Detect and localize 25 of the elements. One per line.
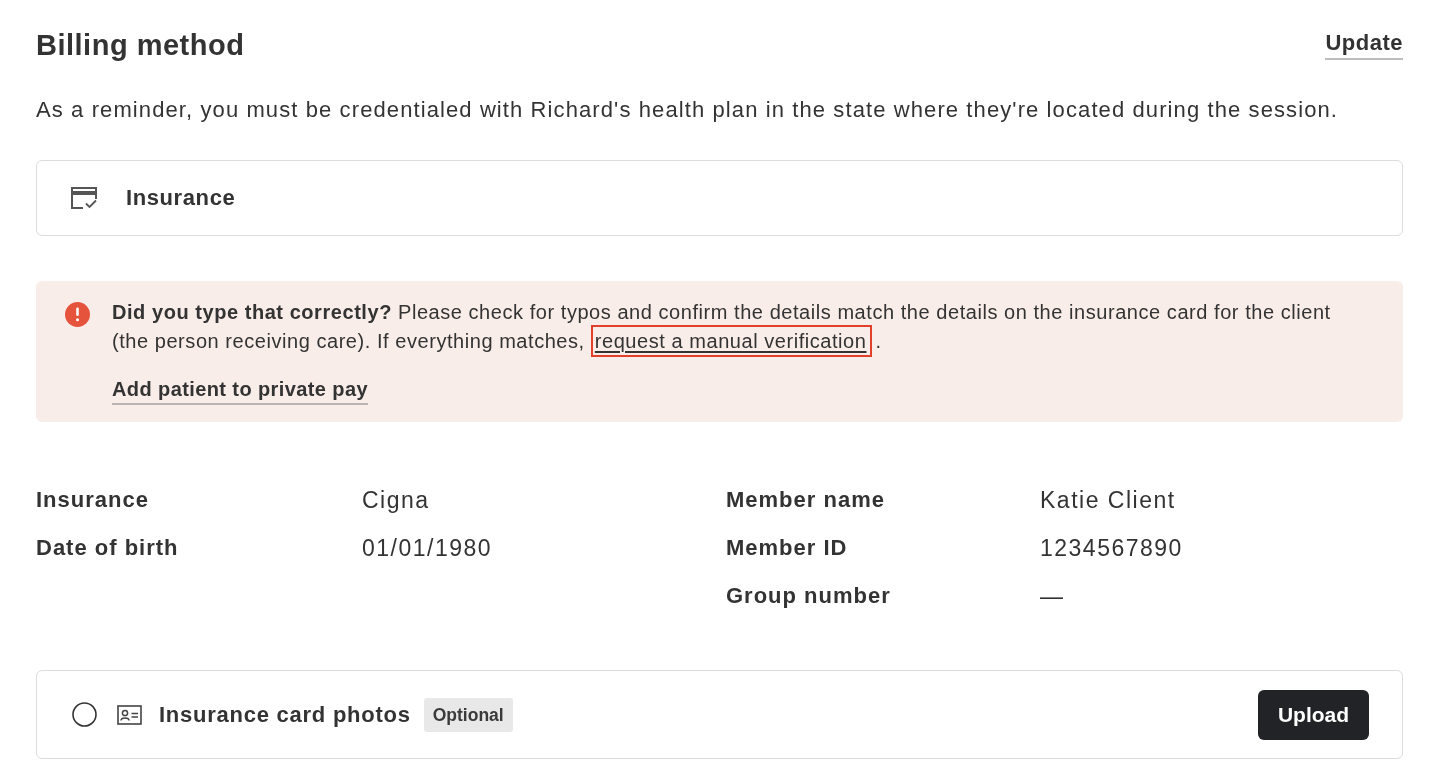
- alert-message: Did you type that correctly? Please check for typos and confirm the details match the details on the insurance card for the client (the person receiving care). If everything matches, request a manual verification .: [112, 298, 1361, 356]
- manual-verification-link[interactable]: request a manual verification: [590, 325, 873, 357]
- detail-label: Insurance: [36, 486, 150, 514]
- detail-label: Group number: [726, 582, 892, 610]
- detail-value: —: [1040, 582, 1066, 610]
- reminder-text: As a reminder, you must be credentialed with Richard's health plan in the state where they're located during the session.: [36, 97, 1340, 123]
- detail-label: Date of birth: [36, 534, 180, 562]
- billing-option-card[interactable]: Insurance: [36, 160, 1403, 236]
- radio-button[interactable]: [72, 702, 97, 727]
- update-link[interactable]: Update: [1325, 30, 1403, 60]
- billing-option-label: Insurance: [126, 185, 236, 211]
- detail-value: Katie Client: [1040, 486, 1177, 514]
- detail-value: Cigna: [362, 486, 431, 514]
- id-card-icon: [117, 704, 142, 725]
- section-title: Billing method: [36, 28, 245, 62]
- card-photos-label: Insurance card photos: [159, 701, 411, 728]
- detail-value: 01/01/1980: [362, 534, 494, 562]
- card-check-icon: [70, 186, 98, 210]
- detail-label: Member ID: [726, 534, 849, 562]
- private-pay-link[interactable]: Add patient to private pay: [112, 377, 368, 405]
- upload-button[interactable]: Upload: [1258, 689, 1369, 740]
- alert-icon: [65, 302, 90, 327]
- detail-value: 1234567890: [1040, 534, 1184, 562]
- detail-label: Member name: [726, 486, 886, 514]
- optional-badge: Optional: [423, 697, 513, 732]
